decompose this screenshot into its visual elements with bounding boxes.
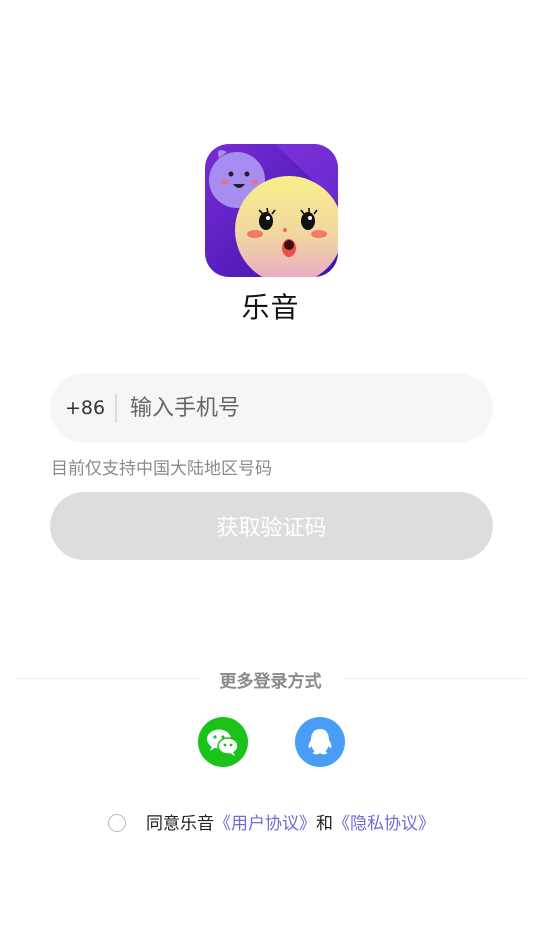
country-code[interactable]: +86	[65, 373, 105, 443]
country-code-divider	[115, 394, 117, 423]
agreement-row: 同意乐音《用户协议》和《隐私协议》	[108, 810, 435, 838]
agreement-conjunction: 和	[316, 814, 333, 834]
qq-icon	[308, 729, 332, 755]
phone-input[interactable]	[130, 373, 470, 443]
agreement-checkbox[interactable]	[108, 813, 126, 832]
qq-login-button[interactable]	[295, 717, 345, 767]
wechat-login-button[interactable]	[198, 717, 248, 767]
get-code-button[interactable]: 获取验证码	[50, 492, 493, 560]
more-login-title: 更多登录方式	[219, 672, 322, 692]
privacy-policy-link[interactable]: 《隐私协议》	[333, 814, 435, 834]
app-name: 乐音	[241, 291, 300, 324]
login-screen: 乐音 +86 目前仅支持中国大陆地区号码 获取验证码 更多登录方式 同意乐音《用…	[0, 0, 541, 943]
wechat-icon	[207, 729, 239, 756]
phone-region-hint: 目前仅支持中国大陆地区号码	[51, 459, 272, 479]
agreement-prefix: 同意乐音	[146, 814, 214, 834]
app-logo	[205, 144, 338, 277]
app-logo-icon	[205, 144, 338, 277]
more-login-divider-right	[342, 678, 527, 679]
user-agreement-link[interactable]: 《用户协议》	[214, 814, 316, 834]
phone-input-row: +86	[50, 373, 493, 443]
